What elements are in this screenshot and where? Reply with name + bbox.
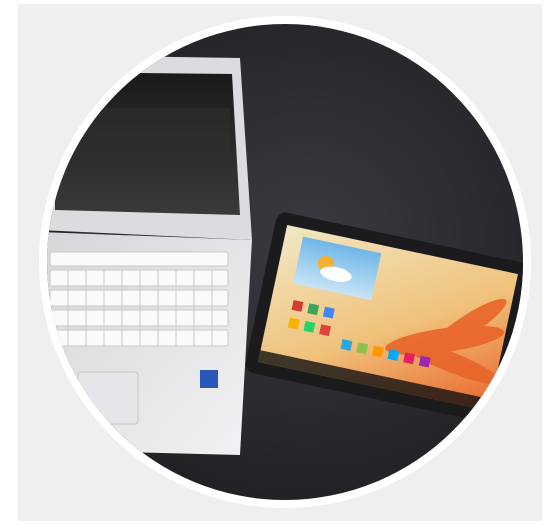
laptop (47, 55, 252, 455)
laptop-keyboard (49, 251, 229, 347)
photo-content (47, 24, 523, 500)
circular-photo (39, 16, 531, 508)
laptop-sticker (200, 370, 218, 388)
